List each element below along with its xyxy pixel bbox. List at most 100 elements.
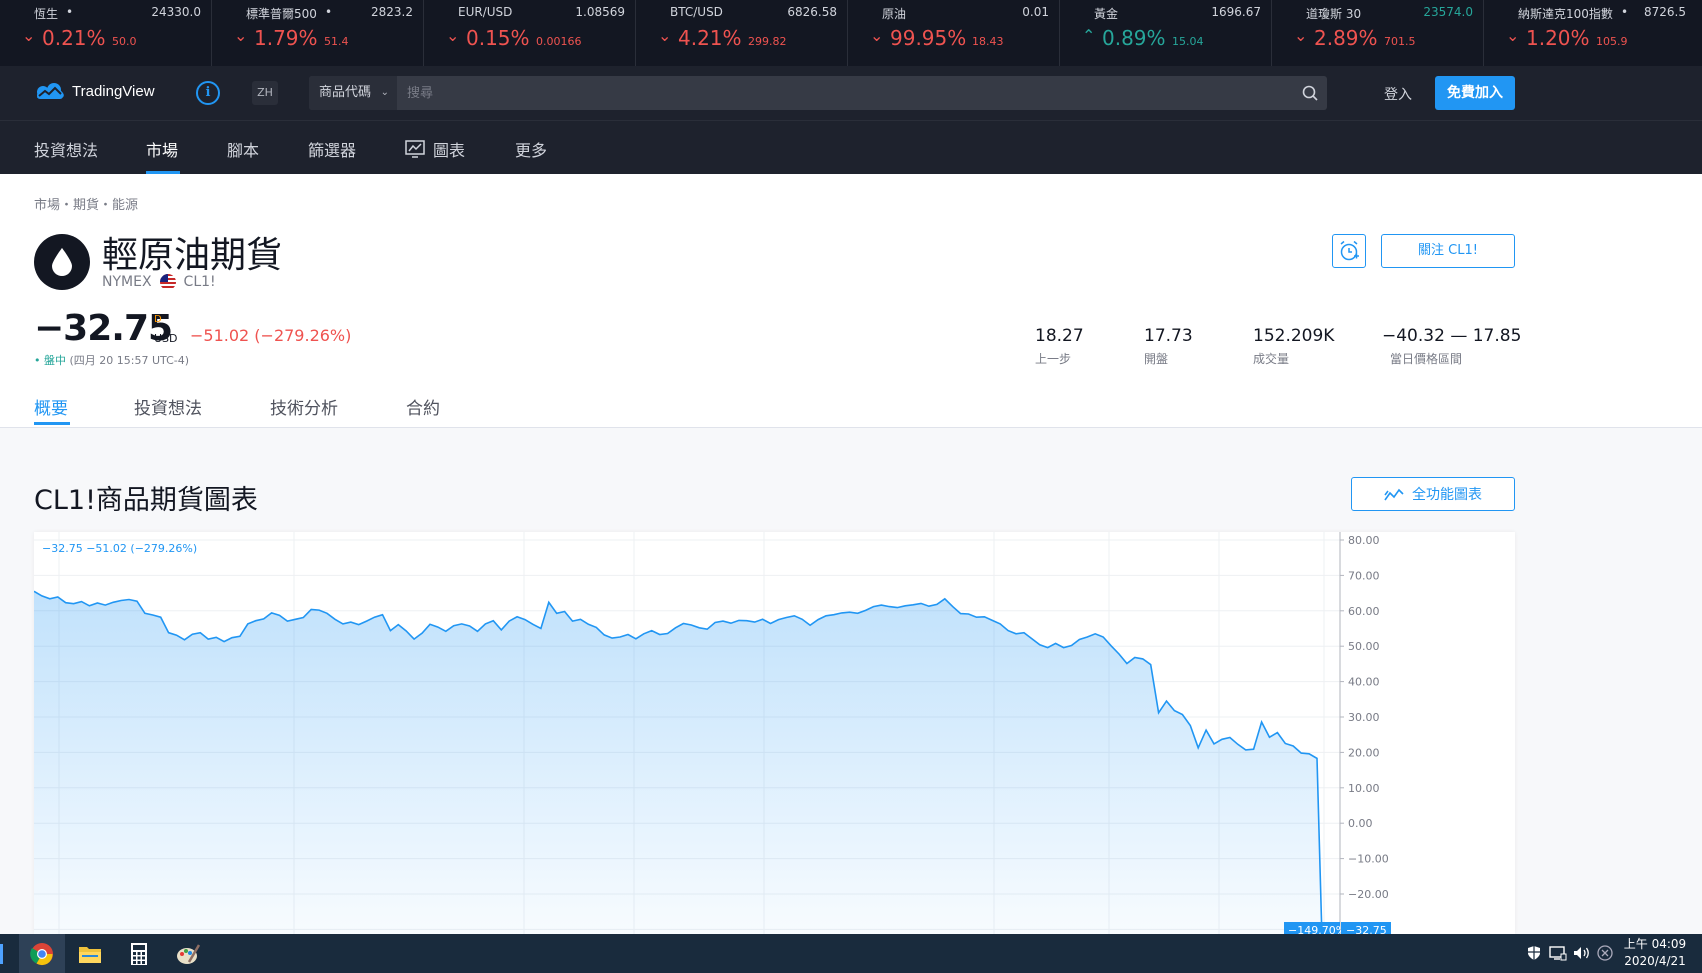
chevron-down-icon: ⌄	[658, 26, 672, 45]
price-change: −51.02 (−279.26%)	[190, 326, 352, 345]
chrome-taskbar-icon[interactable]	[19, 934, 65, 973]
search-bar: 商品代碼 ⌄	[309, 76, 1327, 110]
ticker-item[interactable]: 道瓊斯 30 23574.0 ⌄ 2.89% 701.5	[1272, 0, 1484, 66]
search-icon[interactable]	[1293, 76, 1327, 110]
status-time: (四月 20 15:57 UTC-4)	[69, 354, 190, 367]
ticker-name: 道瓊斯 30	[1306, 7, 1362, 21]
ticker-dot: •	[66, 5, 74, 19]
ticker-value: 8726.5	[1644, 5, 1686, 19]
system-clock[interactable]: 上午 04:09 2020/4/21	[1620, 936, 1690, 970]
stat-label: 上一步	[1035, 352, 1072, 366]
ticker-percent: 1.79%	[254, 26, 318, 50]
ticker-item[interactable]: BTC/USD 6826.58 ⌄ 4.21% 299.82	[636, 0, 848, 66]
ticker-value: 24330.0	[151, 5, 201, 19]
stat-label: 成交量	[1253, 352, 1290, 366]
ticker-value: 0.01	[1022, 5, 1049, 19]
search-input[interactable]	[397, 76, 1293, 110]
stat-day-range: −40.32 — 17.85 當日價格區間	[1382, 326, 1521, 367]
y-tick-label: 30.00	[1348, 711, 1380, 724]
add-alert-button[interactable]	[1332, 234, 1366, 268]
ticker-percent: 0.21%	[42, 26, 106, 50]
ticker-name: BTC/USD	[670, 5, 723, 19]
ticker-item[interactable]: 納斯達克100指數 • 8726.5 ⌄ 1.20% 105.9	[1484, 0, 1696, 66]
ticker-change: 0.00166	[536, 35, 582, 48]
ticker-percent: 1.20%	[1526, 26, 1590, 50]
symbol-subtitle: NYMEX CL1!	[102, 274, 216, 290]
ticker-change: 299.82	[748, 35, 787, 48]
ticker-value: 1696.67	[1211, 5, 1261, 19]
file-explorer-icon[interactable]	[67, 934, 113, 973]
ticker-change: 15.04	[1172, 35, 1204, 48]
nav-screeners[interactable]: 篩選器	[308, 137, 356, 161]
status-dot: •	[34, 354, 41, 367]
login-link[interactable]: 登入	[1384, 84, 1412, 104]
ticker-percent: 99.95%	[890, 26, 967, 50]
info-icon[interactable]: i	[196, 81, 220, 105]
chart-svg: 80.00 70.00 60.00 50.00 40.00 30.00 20.00 10.00…	[34, 532, 1391, 934]
ticker-name: 納斯達克100指數	[1518, 7, 1613, 21]
ticker-item[interactable]: 黃金 1696.67 ⌃ 0.89% 15.04	[1060, 0, 1272, 66]
page-title: 輕原油期貨	[102, 235, 283, 276]
cloud-logo-icon	[37, 83, 64, 99]
main-nav: 投資想法 市場 腳本 篩選器 圖表 更多	[0, 120, 1702, 174]
volume-icon[interactable]	[1573, 945, 1591, 965]
nav-markets[interactable]: 市場	[146, 137, 178, 161]
ticker-name: EUR/USD	[458, 5, 513, 19]
ticker-dot: •	[325, 5, 333, 19]
y-tick-label: 60.00	[1348, 605, 1380, 618]
breadcrumb[interactable]: 市場・期貨・能源	[34, 194, 138, 213]
ticker-item[interactable]: 原油 0.01 ⌄ 99.95% 18.43	[848, 0, 1060, 66]
chevron-down-icon: ⌄	[22, 26, 36, 45]
price-flag: D	[154, 314, 162, 325]
tradingview-logo[interactable]: TradingView	[34, 81, 155, 101]
ticker-item[interactable]: 恆生 • 24330.0 ⌄ 0.21% 50.0	[0, 0, 212, 66]
clock-date: 2020/4/21	[1624, 954, 1686, 968]
tab-ideas[interactable]: 投資想法	[134, 394, 202, 419]
y-tick-label: 40.00	[1348, 676, 1380, 689]
network-icon[interactable]	[1549, 945, 1567, 965]
security-shield-icon[interactable]	[1526, 945, 1542, 965]
nav-chart[interactable]: 圖表	[405, 137, 465, 161]
windows-taskbar: 上午 04:09 2020/4/21	[0, 934, 1702, 973]
ticker-change: 701.5	[1384, 35, 1416, 48]
chart-line-icon	[1384, 488, 1404, 501]
tab-overview[interactable]: 概要	[34, 394, 68, 419]
join-free-button[interactable]: 免費加入	[1435, 76, 1515, 110]
ticker-item[interactable]: EUR/USD 1.08569 ⌄ 0.15% 0.00166	[424, 0, 636, 66]
ticker-dot: •	[1621, 5, 1629, 19]
ticker-percent: 0.89%	[1102, 26, 1166, 50]
notification-close-icon[interactable]	[1597, 945, 1613, 965]
y-tick-label: 80.00	[1348, 534, 1380, 547]
ticker-item[interactable]: 標準普爾500 • 2823.2 ⌄ 1.79% 51.4	[212, 0, 424, 66]
search-type-label: 商品代碼	[319, 85, 372, 100]
nav-scripts[interactable]: 腳本	[227, 137, 259, 161]
ticker-change: 105.9	[1596, 35, 1628, 48]
oil-drop-icon	[34, 234, 90, 290]
ticker-name: 原油	[882, 7, 907, 21]
taskbar-edge	[0, 944, 3, 964]
stat-open: 17.73 開盤	[1144, 326, 1193, 367]
tab-contracts[interactable]: 合約	[406, 394, 440, 419]
full-chart-button[interactable]: 全功能圖表	[1351, 477, 1515, 511]
search-type-dropdown[interactable]: 商品代碼 ⌄	[309, 76, 397, 110]
ticker-percent: 2.89%	[1314, 26, 1378, 50]
top-header: TradingView i ZH 商品代碼 ⌄ 登入 免費加入	[0, 66, 1702, 120]
ticker-value: 1.08569	[575, 5, 625, 19]
nav-more[interactable]: 更多	[515, 137, 547, 161]
stat-label: 當日價格區間	[1390, 352, 1463, 366]
y-tick-label: 70.00	[1348, 569, 1380, 582]
ticker-percent: 0.15%	[466, 26, 530, 50]
language-button[interactable]: ZH	[252, 81, 278, 105]
paint-icon[interactable]	[165, 934, 211, 973]
calculator-icon[interactable]	[116, 934, 162, 973]
price-chart[interactable]: 80.00 70.00 60.00 50.00 40.00 30.00 20.00 10.00…	[34, 532, 1515, 934]
nav-ideas[interactable]: 投資想法	[34, 137, 98, 161]
y-tick-label: 20.00	[1348, 746, 1380, 759]
market-ticker: 恆生 • 24330.0 ⌄ 0.21% 50.0 標準普爾500 • 2823.2 ⌄ 1.79%…	[0, 0, 1702, 66]
stat-prev-close: 18.27 上一步	[1035, 326, 1084, 367]
follow-button[interactable]: 關注 CL1!	[1381, 234, 1515, 268]
full-chart-label: 全功能圖表	[1412, 487, 1482, 503]
tab-technicals[interactable]: 技術分析	[270, 394, 338, 419]
ticker-change: 51.4	[324, 35, 349, 48]
ticker-name: 恆生	[34, 7, 59, 21]
